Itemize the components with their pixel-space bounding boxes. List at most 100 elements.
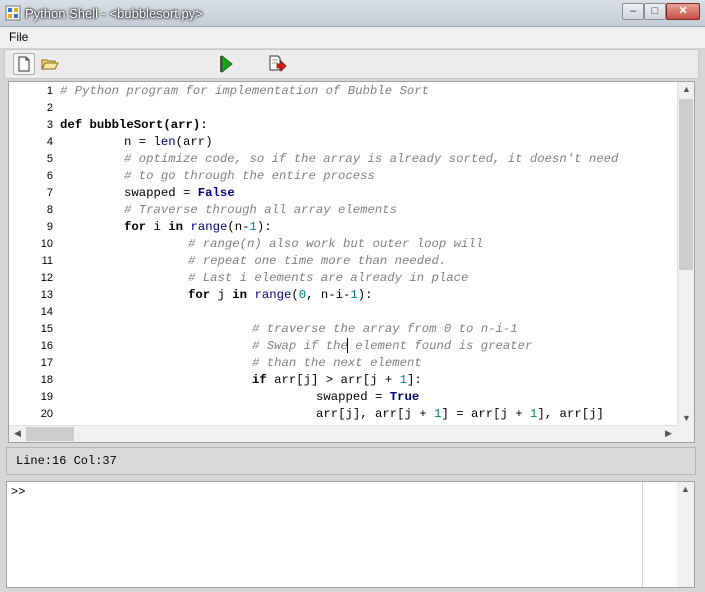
code-keyword: in	[168, 220, 184, 234]
shell-console[interactable]: >> ▲	[6, 481, 695, 588]
code-text: # range(n) also work but outer loop will	[188, 237, 484, 251]
code-line: 9 for i in range(n-1):	[9, 219, 677, 236]
code-line: 18 if arr[j] > arr[j + 1]:	[9, 372, 677, 389]
code-text: , n-i-	[306, 288, 351, 302]
code-text: (arr)	[175, 135, 213, 149]
code-builtin: range	[190, 220, 228, 234]
line-number: 3	[46, 119, 53, 131]
code-constant: False	[197, 186, 235, 200]
line-number: 18	[40, 374, 53, 386]
menu-bar: File	[0, 27, 705, 48]
code-number: 1	[350, 288, 358, 302]
window-title: Python Shell - <bubblesort.py>	[25, 6, 203, 21]
toolbar	[4, 49, 699, 79]
code-text: (	[291, 288, 299, 302]
maximize-icon: □	[651, 5, 659, 17]
line-number: 5	[46, 153, 53, 165]
code-line: 10 # range(n) also work but outer loop wi…	[9, 236, 677, 253]
editor-horizontal-scrollbar[interactable]: ◀ ▶	[9, 425, 677, 442]
run-icon	[220, 54, 233, 74]
new-file-button[interactable]	[13, 53, 35, 75]
code-line: 4 n = len(arr)	[9, 134, 677, 151]
code-number: 1	[249, 220, 257, 234]
code-line: 7 swapped = False	[9, 185, 677, 202]
code-text: j	[210, 288, 233, 302]
code-text: # traverse the array from 0 to n-i-1	[252, 322, 518, 336]
code-keyword: for	[188, 288, 211, 302]
code-area[interactable]: 1 # Python program for implementation of …	[9, 82, 677, 425]
code-line: 1 # Python program for implementation of …	[9, 83, 677, 100]
stop-button[interactable]	[266, 53, 288, 75]
line-number: 12	[40, 272, 53, 284]
code-builtin: len	[153, 135, 176, 149]
open-folder-icon	[41, 59, 59, 70]
code-line: 15 # traverse the array from 0 to n-i-1	[9, 321, 677, 338]
code-text: ], arr[j]	[537, 407, 604, 421]
scroll-up-icon[interactable]: ▲	[678, 84, 695, 94]
code-line: 2	[9, 100, 677, 117]
code-text: # Traverse through all array elements	[124, 203, 398, 217]
editor-vertical-scrollbar[interactable]: ▲ ▼	[677, 82, 694, 425]
open-file-button[interactable]	[39, 53, 61, 75]
code-text: # optimize code, so if the array is alre…	[124, 152, 619, 166]
code-text: # Swap if the element found is greater	[252, 339, 533, 353]
cursor-position: Line:16 Col:37	[16, 454, 117, 468]
scroll-right-icon[interactable]: ▶	[660, 428, 677, 439]
line-number: 8	[46, 204, 53, 216]
minimize-button[interactable]: ‒	[622, 3, 644, 20]
menu-file[interactable]: File	[9, 30, 28, 44]
code-line: 6 # to go through the entire process	[9, 168, 677, 185]
code-line: 19 swapped = True	[9, 389, 677, 406]
code-text: swapped =	[124, 186, 198, 200]
status-bar: Line:16 Col:37	[6, 447, 696, 475]
code-text: (n-	[227, 220, 250, 234]
python-app-icon	[5, 5, 21, 21]
code-constant: True	[389, 390, 420, 404]
code-line: 3 def bubbleSort(arr):	[9, 117, 677, 134]
code-text: i	[146, 220, 169, 234]
code-line: 20 arr[j], arr[j + 1] = arr[j + 1], arr[j…	[9, 406, 677, 423]
text-cursor	[347, 338, 348, 353]
code-text: bubbleSort(arr):	[82, 118, 208, 132]
line-number: 9	[46, 221, 53, 233]
shell-scroll-up-icon[interactable]: ▲	[677, 484, 694, 494]
code-keyword: in	[232, 288, 248, 302]
stop-icon	[269, 55, 287, 72]
code-keyword: def	[60, 118, 83, 132]
line-number: 6	[46, 170, 53, 182]
code-line: 11 # repeat one time more than needed.	[9, 253, 677, 270]
shell-vertical-scrollbar[interactable]: ▲	[677, 482, 694, 587]
code-text: # Python program for implementation of B…	[60, 84, 429, 98]
code-text: ):	[256, 220, 272, 234]
maximize-button[interactable]: □	[644, 3, 666, 20]
run-button[interactable]	[214, 53, 236, 75]
new-file-icon	[18, 56, 30, 72]
scroll-down-icon[interactable]: ▼	[678, 413, 695, 423]
vertical-scroll-thumb[interactable]	[679, 99, 693, 270]
line-number: 14	[40, 306, 53, 318]
close-icon: ✕	[678, 5, 688, 17]
code-text: # than the next element	[252, 356, 422, 370]
line-number: 13	[40, 289, 53, 301]
scroll-left-icon[interactable]: ◀	[9, 428, 26, 439]
code-builtin: range	[254, 288, 292, 302]
code-text: # repeat one time more than needed.	[188, 254, 447, 268]
code-text: ]:	[406, 373, 422, 387]
code-line: 16 # Swap if the element found is greater	[9, 338, 677, 355]
horizontal-scroll-thumb[interactable]	[26, 427, 74, 441]
scrollbar-corner	[677, 425, 694, 442]
code-text: arr[j] > arr[j +	[266, 373, 400, 387]
line-number: 15	[40, 323, 53, 335]
code-line: 8 # Traverse through all array elements	[9, 202, 677, 219]
code-text: ] = arr[j +	[441, 407, 531, 421]
code-line: 5 # optimize code, so if the array is alr…	[9, 151, 677, 168]
shell-prompt: >>	[11, 485, 26, 499]
code-editor[interactable]: 1 # Python program for implementation of …	[8, 81, 695, 443]
code-keyword: if	[252, 373, 267, 387]
line-number: 17	[40, 357, 53, 369]
line-number: 4	[46, 136, 53, 148]
code-text: ):	[357, 288, 373, 302]
code-line: 12 # Last i elements are already in place	[9, 270, 677, 287]
line-number: 2	[46, 102, 53, 114]
close-button[interactable]: ✕	[666, 3, 700, 20]
